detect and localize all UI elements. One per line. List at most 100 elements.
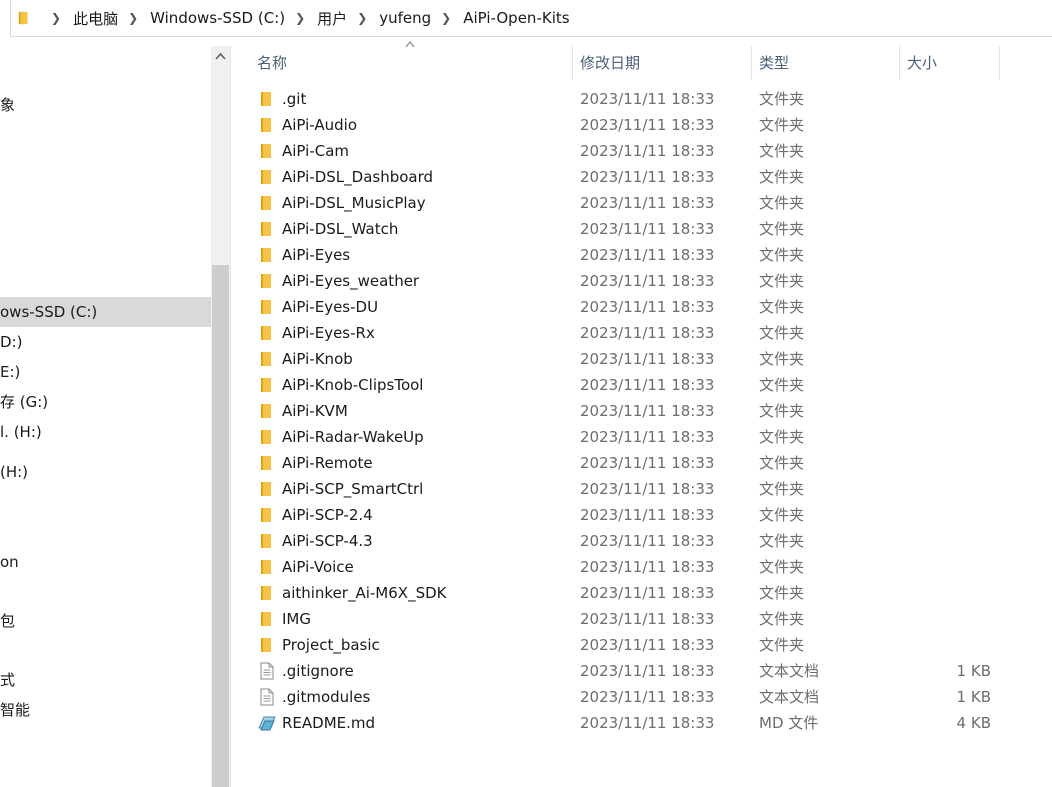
file-modified-date: 2023/11/11 18:33 [580, 246, 715, 264]
folder-icon [261, 196, 271, 210]
file-row[interactable]: aithinker_Ai-M6X_SDK 2023/11/11 18:33 文件夹 [231, 580, 1052, 606]
file-list: .git 2023/11/11 18:33 文件夹 AiPi-Audio 2023/11… [231, 86, 1052, 736]
file-row[interactable]: AiPi-DSL_Watch 2023/11/11 18:33 文件夹 [231, 216, 1052, 242]
breadcrumb-item[interactable]: ❯ 此电脑 [41, 8, 118, 29]
file-row[interactable]: AiPi-Eyes_weather 2023/11/11 18:33 文件夹 [231, 268, 1052, 294]
file-name: IMG [282, 610, 311, 628]
nav-item-label: (H:) [0, 463, 29, 481]
nav-item-label: 式 [0, 671, 16, 689]
nav-item[interactable]: 式 [0, 665, 211, 695]
file-row[interactable]: AiPi-SCP-2.4 2023/11/11 18:33 文件夹 [231, 502, 1052, 528]
file-modified-date: 2023/11/11 18:33 [580, 324, 715, 342]
nav-item[interactable]: 包 [0, 606, 211, 636]
breadcrumb-item[interactable]: ❯ 用户 [285, 8, 347, 29]
file-modified-date: 2023/11/11 18:33 [580, 376, 715, 394]
file-type: 文件夹 [759, 246, 805, 264]
file-row[interactable]: AiPi-Radar-WakeUp 2023/11/11 18:33 文件夹 [231, 424, 1052, 450]
file-type: 文件夹 [759, 610, 805, 628]
file-row[interactable]: .gitmodules 2023/11/11 18:33 文本文档 1 KB [231, 684, 1052, 710]
file-row[interactable]: AiPi-KVM 2023/11/11 18:33 文件夹 [231, 398, 1052, 424]
nav-item[interactable]: on [0, 547, 211, 577]
file-modified-date: 2023/11/11 18:33 [580, 662, 715, 680]
file-row[interactable]: README.md 2023/11/11 18:33 MD 文件 4 KB [231, 710, 1052, 736]
file-name: AiPi-Knob-ClipsTool [282, 376, 424, 394]
nav-item-label: 象 [0, 96, 16, 114]
nav-item[interactable]: 存 (G:) [0, 387, 211, 417]
file-row[interactable]: AiPi-Eyes 2023/11/11 18:33 文件夹 [231, 242, 1052, 268]
nav-item[interactable]: ows-SSD (C:) [0, 297, 211, 327]
column-header-name[interactable]: 名称 [231, 46, 573, 80]
folder-icon [261, 482, 271, 496]
file-modified-date: 2023/11/11 18:33 [580, 532, 715, 550]
file-size: 1 KB [956, 688, 991, 706]
file-row[interactable]: AiPi-Knob-ClipsTool 2023/11/11 18:33 文件夹 [231, 372, 1052, 398]
folder-icon [261, 638, 271, 652]
navigation-pane[interactable]: 象 ows-SSD (C:) D:) E:) 存 (G:) l. (H:) (H:) on 包式… [0, 46, 211, 787]
file-row[interactable]: AiPi-Voice 2023/11/11 18:33 文件夹 [231, 554, 1052, 580]
file-modified-date: 2023/11/11 18:33 [580, 636, 715, 654]
column-header-size[interactable]: 大小 [900, 46, 1000, 80]
chevron-right-icon[interactable]: ❯ [441, 11, 451, 25]
file-modified-date: 2023/11/11 18:33 [580, 220, 715, 238]
chevron-right-icon[interactable]: ❯ [51, 11, 61, 25]
file-name: AiPi-SCP-4.3 [282, 532, 373, 550]
nav-item[interactable]: 智能 [0, 695, 211, 725]
file-type: 文件夹 [759, 558, 805, 576]
folder-icon [261, 92, 271, 106]
file-row[interactable]: .gitignore 2023/11/11 18:33 文本文档 1 KB [231, 658, 1052, 684]
nav-item-label: l. (H:) [0, 423, 42, 441]
chevron-right-icon[interactable]: ❯ [357, 11, 367, 25]
file-modified-date: 2023/11/11 18:33 [580, 454, 715, 472]
chevron-right-icon[interactable]: ❯ [128, 11, 138, 25]
file-row[interactable]: AiPi-DSL_Dashboard 2023/11/11 18:33 文件夹 [231, 164, 1052, 190]
file-row[interactable]: AiPi-Knob 2023/11/11 18:33 文件夹 [231, 346, 1052, 372]
file-type: 文件夹 [759, 90, 805, 108]
nav-item[interactable]: D:) [0, 327, 211, 357]
folder-icon [261, 170, 271, 184]
column-divider[interactable] [999, 46, 1000, 80]
breadcrumb-label: Windows-SSD (C:) [150, 9, 286, 27]
file-name: AiPi-Audio [282, 116, 358, 134]
file-modified-date: 2023/11/11 18:33 [580, 90, 715, 108]
address-bar[interactable]: ❯ 此电脑 ❯ Windows-SSD (C:) ❯ 用户 ❯ yufeng ❯ AiPi-Ope… [10, 0, 1052, 37]
file-row[interactable]: .git 2023/11/11 18:33 文件夹 [231, 86, 1052, 112]
scrollbar-thumb[interactable] [212, 265, 229, 787]
column-header-date[interactable]: 修改日期 [573, 46, 752, 80]
file-name: AiPi-KVM [282, 402, 348, 420]
file-row[interactable]: AiPi-SCP-4.3 2023/11/11 18:33 文件夹 [231, 528, 1052, 554]
file-modified-date: 2023/11/11 18:33 [580, 350, 715, 368]
file-row[interactable]: AiPi-Cam 2023/11/11 18:33 文件夹 [231, 138, 1052, 164]
file-name: AiPi-Remote [282, 454, 373, 472]
file-row[interactable]: Project_basic 2023/11/11 18:33 文件夹 [231, 632, 1052, 658]
file-modified-date: 2023/11/11 18:33 [580, 402, 715, 420]
file-row[interactable]: AiPi-DSL_MusicPlay 2023/11/11 18:33 文件夹 [231, 190, 1052, 216]
file-name: AiPi-Eyes-DU [282, 298, 379, 316]
file-row[interactable]: AiPi-Eyes-DU 2023/11/11 18:33 文件夹 [231, 294, 1052, 320]
file-row[interactable]: AiPi-Audio 2023/11/11 18:33 文件夹 [231, 112, 1052, 138]
nav-item[interactable]: (H:) [0, 457, 211, 487]
nav-item-label: 存 (G:) [0, 393, 49, 411]
nav-item[interactable]: l. (H:) [0, 417, 211, 447]
chevron-right-icon[interactable]: ❯ [295, 11, 305, 25]
file-modified-date: 2023/11/11 18:33 [580, 142, 715, 160]
breadcrumb-item[interactable]: ❯ Windows-SSD (C:) [118, 9, 285, 27]
file-type: 文件夹 [759, 428, 805, 446]
file-size: 1 KB [956, 662, 991, 680]
column-header-type[interactable]: 类型 [752, 46, 900, 80]
breadcrumb: ❯ 此电脑 ❯ Windows-SSD (C:) ❯ 用户 ❯ yufeng ❯ AiPi-Ope… [41, 8, 570, 29]
file-row[interactable]: AiPi-SCP_SmartCtrl 2023/11/11 18:33 文件夹 [231, 476, 1052, 502]
scroll-up-arrow-icon[interactable] [215, 52, 226, 60]
file-row[interactable]: AiPi-Eyes-Rx 2023/11/11 18:33 文件夹 [231, 320, 1052, 346]
nav-scrollbar[interactable] [211, 46, 230, 787]
file-type: 文件夹 [759, 324, 805, 342]
text-file-icon [260, 688, 274, 706]
folder-icon [261, 352, 271, 366]
breadcrumb-item[interactable]: ❯ AiPi-Open-Kits [431, 9, 569, 27]
file-row[interactable]: AiPi-Remote 2023/11/11 18:33 文件夹 [231, 450, 1052, 476]
file-row[interactable]: IMG 2023/11/11 18:33 文件夹 [231, 606, 1052, 632]
file-type: 文本文档 [759, 662, 820, 680]
file-type: MD 文件 [759, 714, 819, 732]
nav-item[interactable]: E:) [0, 357, 211, 387]
nav-item[interactable]: 象 [0, 90, 211, 120]
breadcrumb-item[interactable]: ❯ yufeng [347, 9, 431, 27]
